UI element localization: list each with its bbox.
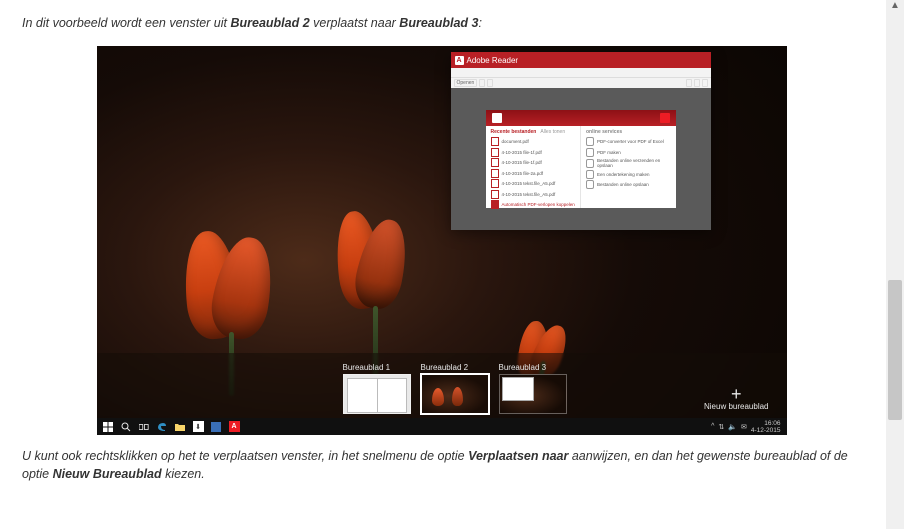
scrollbar-thumb[interactable] — [888, 280, 902, 420]
recent-file[interactable]: 4-10-2015 file-1f.pdf — [491, 158, 576, 167]
tray-action-center-icon[interactable]: ✉ — [741, 423, 747, 431]
service-item[interactable]: Bestanden online opslaan — [586, 180, 671, 189]
app-icon[interactable] — [208, 418, 225, 435]
recent-file[interactable]: 4-10-2015 file-1f.pdf — [491, 148, 576, 157]
screenshot-taskview: A Adobe Reader Openen Recente bestandenA… — [97, 46, 787, 435]
desktop-thumb-1[interactable]: Bureaublad 1 — [343, 363, 411, 414]
tray-network-icon[interactable]: ⇅ — [718, 423, 724, 431]
adobe-banner — [486, 110, 676, 126]
start-button[interactable] — [100, 418, 117, 435]
service-item[interactable]: Bestanden online verzenden en opslaan — [586, 158, 671, 168]
tray-volume-icon[interactable]: 🔈 — [728, 423, 737, 431]
desktop-thumb-2[interactable]: Bureaublad 2 — [421, 363, 489, 414]
acrobat-icon: A — [455, 56, 464, 65]
virtual-desktops-strip: Bureaublad 1 Bureaublad 2 Bureaublad 3 +… — [97, 353, 787, 418]
tray-chevron-icon[interactable]: ^ — [711, 423, 714, 430]
recent-file-link[interactable]: Automatisch PDF‑verlopen koppelen — [491, 200, 576, 209]
window-toolbar[interactable]: Openen — [451, 78, 711, 88]
intro-text: In dit voorbeeld wordt een venster uit B… — [22, 14, 861, 32]
taskbar: ⬇ A ^ ⇅ 🔈 ✉ 16:06 4-12-2015 — [97, 418, 787, 435]
new-desktop-button[interactable]: + Nieuw bureaublad — [704, 386, 769, 411]
taskbar-clock[interactable]: 16:06 4-12-2015 — [751, 420, 781, 434]
search-icon[interactable] — [118, 418, 135, 435]
outro-text: U kunt ook rechtsklikken op het te verpl… — [22, 447, 861, 483]
edge-icon[interactable] — [154, 418, 171, 435]
page-scrollbar[interactable]: ▲ — [886, 0, 904, 529]
store-icon[interactable]: ⬇ — [190, 418, 207, 435]
dragged-window-adobe-reader[interactable]: A Adobe Reader Openen Recente bestandenA… — [451, 52, 711, 230]
service-item[interactable]: Een ondertekening maken — [586, 170, 671, 179]
recent-file[interactable]: document.pdf — [491, 137, 576, 146]
recent-file[interactable]: 4-10-2015 tekst.file_A5.pdf — [491, 190, 576, 199]
scroll-up-icon[interactable]: ▲ — [886, 0, 904, 18]
taskview-icon[interactable] — [136, 418, 153, 435]
file-explorer-icon[interactable] — [172, 418, 189, 435]
service-item[interactable]: PDF maken — [586, 148, 671, 157]
adobe-welcome-panel: Recente bestandenAlles tonen document.pd… — [486, 110, 676, 208]
desktop-thumb-3[interactable]: Bureaublad 3 — [499, 363, 567, 414]
window-titlebar[interactable]: A Adobe Reader — [451, 52, 711, 68]
service-item[interactable]: PDF‑converter voor PDF of Excel — [586, 137, 671, 146]
recent-file[interactable]: 4-10-2015 file-2a.pdf — [491, 169, 576, 178]
recent-file[interactable]: 4-10-2015 tekst.file_A5.pdf — [491, 179, 576, 188]
plus-icon: + — [704, 386, 769, 402]
window-title: Adobe Reader — [467, 56, 519, 65]
acrobat-taskbar-icon[interactable]: A — [226, 418, 243, 435]
window-menubar[interactable] — [451, 68, 711, 78]
